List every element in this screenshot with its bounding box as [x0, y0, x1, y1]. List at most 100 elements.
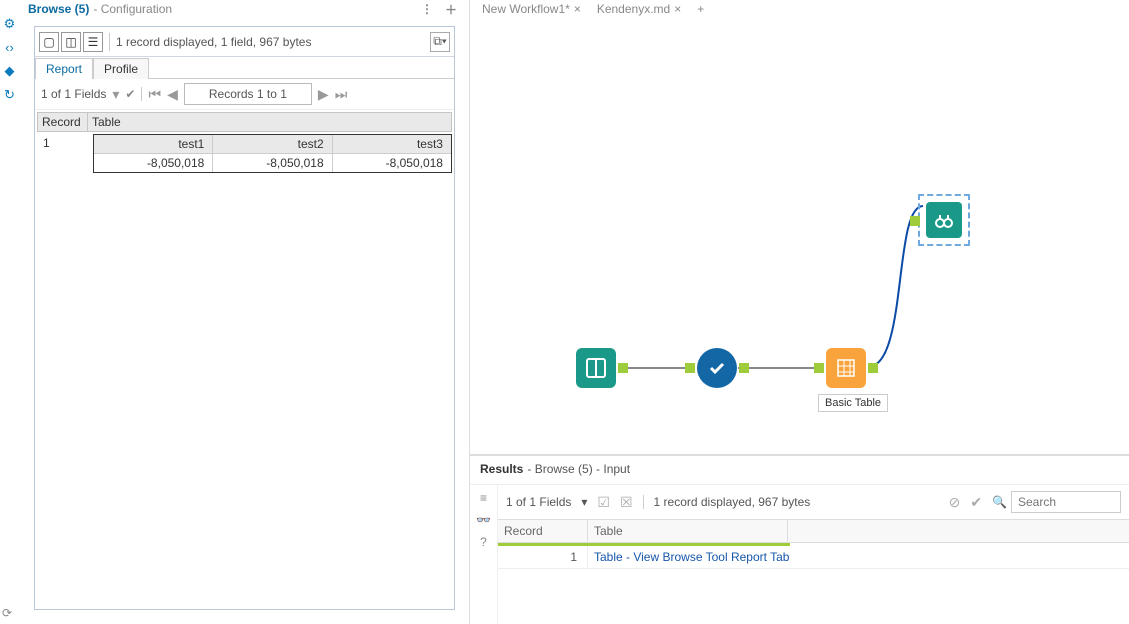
inner-row: -8,050,018 -8,050,018 -8,050,018: [94, 154, 451, 172]
node-basic-table[interactable]: [826, 348, 866, 388]
close-icon[interactable]: ×: [674, 2, 681, 16]
help-icon[interactable]: ?: [480, 535, 487, 549]
node-input[interactable]: [576, 348, 616, 388]
results-table-header: Record Table: [498, 519, 1129, 543]
data-table-header: Record Table: [37, 112, 452, 132]
results-toolbar: 1 of 1 Fields ▾ ☑ ☒ 1 record displayed, …: [498, 485, 1129, 519]
results-panel: Results - Browse (5) - Input ≡ 👓 ? 1 of …: [470, 454, 1129, 624]
dropdown-icon[interactable]: ▾: [112, 86, 119, 103]
divider: [109, 33, 110, 51]
check-icon[interactable]: ☑: [597, 494, 610, 511]
last-page-icon[interactable]: ⏭: [335, 86, 348, 103]
layout-stack-button[interactable]: ☰: [83, 32, 103, 52]
output-port[interactable]: [618, 363, 628, 373]
inner-col: test2: [213, 135, 332, 154]
add-tab-button[interactable]: +: [697, 2, 704, 16]
dropdown-icon[interactable]: ▾: [581, 495, 587, 509]
cycle-icon[interactable]: ↻: [4, 87, 15, 103]
results-status: 1 record displayed, 967 bytes: [654, 495, 811, 509]
layout-split-button[interactable]: ◫: [61, 32, 81, 52]
inner-table: test1 test2 test3 -8,050,018 -8,050,018 …: [93, 134, 452, 173]
input-port[interactable]: [910, 216, 920, 226]
input-port[interactable]: [685, 363, 695, 373]
results-main: 1 of 1 Fields ▾ ☑ ☒ 1 record displayed, …: [498, 485, 1129, 624]
inner-col: test3: [333, 135, 451, 154]
tab-profile[interactable]: Profile: [93, 58, 149, 79]
results-title: Results: [480, 462, 523, 476]
config-title: Browse (5): [28, 2, 89, 16]
layout-single-button[interactable]: ▢: [39, 32, 59, 52]
config-toolbar: ▢ ◫ ☰ 1 record displayed, 1 field, 967 b…: [35, 27, 454, 57]
close-icon[interactable]: ×: [574, 2, 581, 16]
check-icon: [707, 358, 727, 378]
inner-header: test1 test2 test3: [94, 135, 451, 154]
refresh-icon[interactable]: ⟳: [2, 606, 12, 620]
fields-label: 1 of 1 Fields: [41, 87, 106, 101]
node-label: Basic Table: [818, 394, 888, 412]
configuration-panel: Browse (5) - Configuration ⋮ ＋ ▢ ◫ ☰ 1 r…: [20, 0, 470, 624]
binoculars-icon[interactable]: 👓: [476, 513, 491, 527]
menu-icon[interactable]: ⋮: [417, 2, 437, 16]
table-icon: [835, 357, 857, 379]
report-toolbar: 1 of 1 Fields ▾ ✔ ⏮ ◀ Records 1 to 1 ▶ ⏭: [35, 79, 454, 110]
records-range: Records 1 to 1: [184, 83, 312, 105]
add-icon[interactable]: ＋: [441, 1, 461, 18]
canvas-tabs: New Workflow1*× Kendenyx.md× +: [470, 0, 1129, 18]
first-page-icon[interactable]: ⏮: [148, 86, 161, 103]
list-icon[interactable]: ≡: [480, 491, 487, 505]
results-table: Record Table 1 Table - View Browse Tool …: [498, 519, 1129, 569]
tab-report[interactable]: Report: [35, 58, 93, 79]
gear-icon[interactable]: ⚙: [4, 16, 16, 32]
search-input[interactable]: [1011, 491, 1121, 513]
config-tabs: Report Profile: [35, 57, 454, 79]
record-number: 1: [37, 136, 50, 150]
canvas-tab[interactable]: New Workflow1*×: [482, 2, 581, 16]
cell-table-link[interactable]: Table - View Browse Tool Report Tab: [588, 546, 795, 568]
inner-cell: -8,050,018: [94, 154, 213, 172]
results-icon-strip: ≡ 👓 ?: [470, 485, 498, 624]
deselect-icon[interactable]: ☒: [620, 494, 633, 511]
cell-record: 1: [498, 546, 588, 568]
block-icon[interactable]: ⊘: [949, 494, 961, 511]
inner-col: test1: [94, 135, 213, 154]
config-body: ▢ ◫ ☰ 1 record displayed, 1 field, 967 b…: [34, 26, 455, 610]
tag-icon[interactable]: ◆: [5, 63, 15, 79]
col-table: Table: [88, 113, 451, 131]
record-status: 1 record displayed, 1 field, 967 bytes: [116, 35, 311, 49]
right-pane: New Workflow1*× Kendenyx.md× + Basic Tab…: [470, 0, 1129, 624]
connector: [738, 367, 818, 369]
search-box: 🔍: [992, 491, 1121, 513]
config-subtitle: - Configuration: [93, 2, 172, 16]
search-icon[interactable]: 🔍: [992, 495, 1007, 509]
col-record: Record: [498, 520, 588, 542]
workflow-canvas[interactable]: Basic Table: [470, 18, 1129, 454]
prev-page-icon[interactable]: ◀: [167, 86, 178, 103]
inner-cell: -8,050,018: [333, 154, 451, 172]
results-body: ≡ 👓 ? 1 of 1 Fields ▾ ☑ ☒ 1 record displ…: [470, 484, 1129, 624]
data-table: Record Table 1 test1 test2 test3 -8,050,…: [37, 112, 452, 173]
col-record: Record: [38, 113, 88, 131]
binoculars-icon: [934, 210, 954, 230]
table-row[interactable]: 1 Table - View Browse Tool Report Tab: [498, 546, 1129, 569]
output-port[interactable]: [868, 363, 878, 373]
node-browse-selected[interactable]: [918, 194, 970, 246]
results-header: Results - Browse (5) - Input: [470, 456, 1129, 484]
connector: [618, 367, 688, 369]
col-table: Table: [588, 520, 788, 542]
results-fields: 1 of 1 Fields: [506, 495, 571, 509]
next-page-icon[interactable]: ▶: [318, 86, 329, 103]
input-port[interactable]: [814, 363, 824, 373]
node-select[interactable]: [697, 348, 737, 388]
code-icon[interactable]: ‹›: [5, 40, 14, 55]
left-icon-strip: ⚙ ‹› ◆ ↻: [0, 0, 20, 624]
popout-icon[interactable]: ⧉▾: [430, 32, 450, 52]
check-mark-icon[interactable]: ✔: [970, 494, 982, 511]
results-subtitle: - Browse (5) - Input: [527, 462, 630, 476]
browse-inner: [926, 202, 962, 238]
canvas-tab[interactable]: Kendenyx.md×: [597, 2, 681, 16]
output-port[interactable]: [739, 363, 749, 373]
book-icon: [585, 357, 607, 379]
inner-cell: -8,050,018: [213, 154, 332, 172]
check-icon[interactable]: ✔: [125, 87, 135, 101]
config-header: Browse (5) - Configuration ⋮ ＋: [20, 0, 469, 18]
